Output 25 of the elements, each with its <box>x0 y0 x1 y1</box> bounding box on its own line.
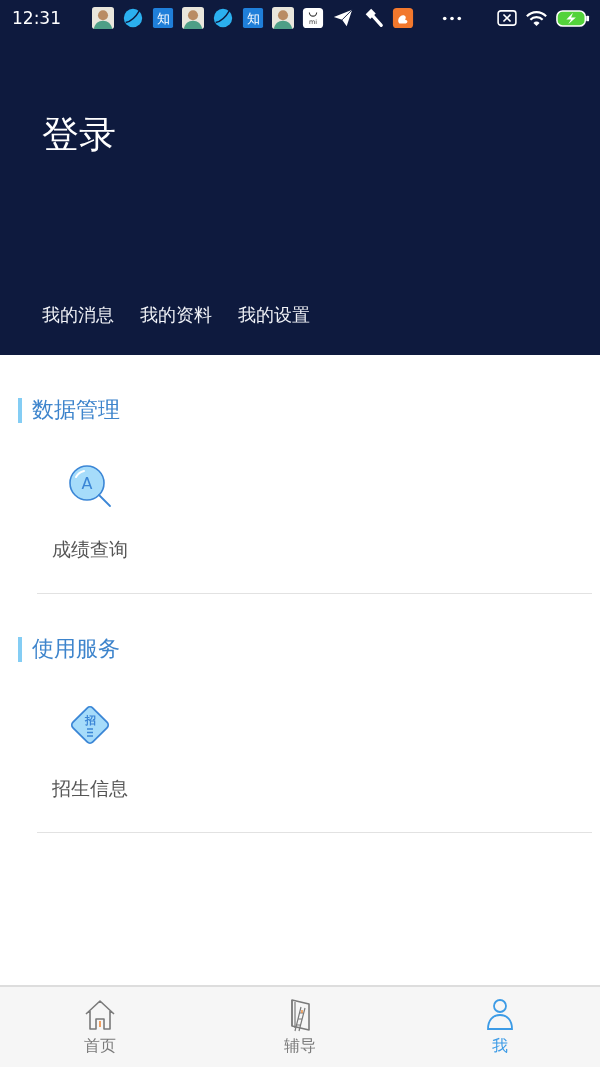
app-icon <box>392 7 414 29</box>
feature-link[interactable]: 招生信息 <box>52 775 128 801</box>
menu-link[interactable]: 我的设置 <box>238 302 310 328</box>
avatar-icon <box>92 7 114 29</box>
accent-bar <box>18 397 22 423</box>
status-time: 12:31 <box>12 8 62 28</box>
battery-charging-icon <box>556 9 590 27</box>
paper-plane-icon <box>332 7 354 29</box>
nav-tab[interactable]: 首页 <box>0 987 200 1067</box>
accent-bar <box>18 636 22 662</box>
planet-icon <box>212 7 234 29</box>
wifi-icon <box>526 9 547 27</box>
menu-link[interactable]: 我的资料 <box>140 302 212 328</box>
avatar-icon <box>272 7 294 29</box>
feature-link[interactable]: 成绩查询 <box>52 536 128 562</box>
app-icon: 知 <box>152 7 174 29</box>
section-title: 数据管理 <box>32 396 120 424</box>
app-icon: 知 <box>242 7 264 29</box>
login-link[interactable]: 登录 <box>42 112 116 158</box>
planet-icon <box>122 7 144 29</box>
avatar-icon <box>182 7 204 29</box>
section-title: 使用服务 <box>32 635 120 663</box>
card-cross-icon <box>497 10 517 26</box>
menu-link[interactable]: 我的消息 <box>42 302 114 328</box>
nav-tab[interactable]: 辅导 <box>200 987 400 1067</box>
